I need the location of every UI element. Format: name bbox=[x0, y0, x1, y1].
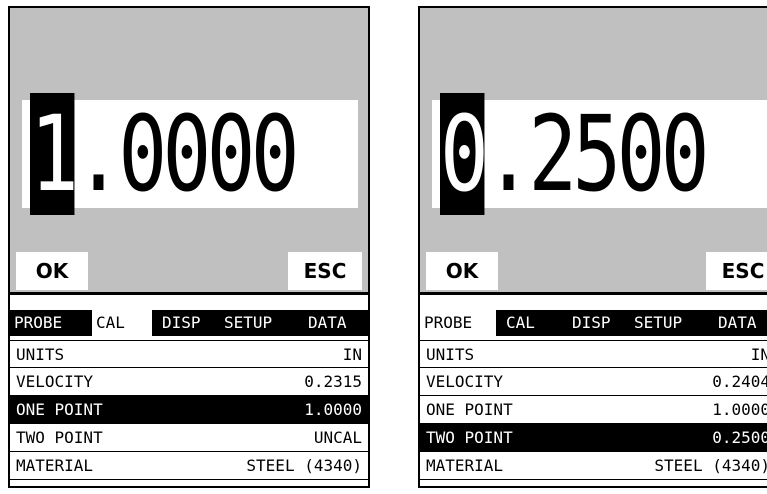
list-item-two-point[interactable]: TWO POINT UNCAL bbox=[10, 424, 368, 452]
digit-cursor[interactable]: 1 bbox=[30, 93, 79, 215]
value-display[interactable]: 1.0000 bbox=[22, 93, 358, 215]
settings-list: UNITS IN VELOCITY 0.2404 ONE POINT 1.000… bbox=[420, 340, 767, 480]
tab-data[interactable]: DATA bbox=[714, 310, 761, 336]
row-label: UNITS bbox=[16, 345, 65, 364]
row-label: ONE POINT bbox=[16, 400, 103, 419]
tab-disp[interactable]: DISP bbox=[158, 310, 205, 336]
row-value: IN bbox=[342, 345, 362, 364]
digit-cursor[interactable]: 0 bbox=[440, 93, 489, 215]
device-screen-right: 0.2500 OK ESC PROBE CAL DISP SETUP DATA … bbox=[418, 6, 767, 488]
list-item-velocity[interactable]: VELOCITY 0.2315 bbox=[10, 368, 368, 396]
row-label: VELOCITY bbox=[16, 372, 94, 391]
row-value: 0.2315 bbox=[304, 372, 362, 391]
row-label: MATERIAL bbox=[426, 456, 504, 475]
row-label: TWO POINT bbox=[426, 428, 513, 447]
list-item-one-point[interactable]: ONE POINT 1.0000 bbox=[420, 396, 767, 424]
value-rest: .0000 bbox=[74, 93, 299, 215]
row-label: ONE POINT bbox=[426, 400, 513, 419]
row-value: STEEL (4340) bbox=[246, 456, 362, 475]
esc-button[interactable]: ESC bbox=[288, 252, 362, 290]
list-item-material[interactable]: MATERIAL STEEL (4340) bbox=[420, 452, 767, 480]
row-value: 0.2404 bbox=[712, 372, 767, 391]
row-label: TWO POINT bbox=[16, 428, 103, 447]
list-item-units[interactable]: UNITS IN bbox=[10, 340, 368, 368]
row-value: 1.0000 bbox=[304, 400, 362, 419]
list-item-velocity[interactable]: VELOCITY 0.2404 bbox=[420, 368, 767, 396]
list-item-units[interactable]: UNITS IN bbox=[420, 340, 767, 368]
tab-data[interactable]: DATA bbox=[304, 310, 351, 336]
tab-cal[interactable]: CAL bbox=[502, 310, 539, 336]
ok-button[interactable]: OK bbox=[426, 252, 498, 290]
value-rest: .2500 bbox=[484, 93, 709, 215]
row-label: VELOCITY bbox=[426, 372, 504, 391]
tab-cal[interactable]: CAL bbox=[92, 310, 152, 336]
row-label: UNITS bbox=[426, 345, 475, 364]
tab-setup[interactable]: SETUP bbox=[630, 310, 686, 336]
tab-probe[interactable]: PROBE bbox=[420, 310, 496, 336]
settings-list: UNITS IN VELOCITY 0.2315 ONE POINT 1.000… bbox=[10, 340, 368, 480]
value-entry-panel: 0.2500 OK ESC bbox=[420, 8, 767, 295]
row-value: 0.2500 bbox=[712, 428, 767, 447]
menu-tabs: PROBE CAL DISP SETUP DATA bbox=[10, 310, 368, 336]
tab-setup[interactable]: SETUP bbox=[220, 310, 276, 336]
value-display[interactable]: 0.2500 bbox=[432, 93, 767, 215]
list-item-two-point[interactable]: TWO POINT 0.2500 bbox=[420, 424, 767, 452]
row-label: MATERIAL bbox=[16, 456, 94, 475]
value-readout: 0.2500 bbox=[440, 93, 710, 215]
list-item-one-point[interactable]: ONE POINT 1.0000 bbox=[10, 396, 368, 424]
row-value: IN bbox=[750, 345, 767, 364]
value-entry-panel: 1.0000 OK ESC bbox=[10, 8, 368, 295]
tab-probe[interactable]: PROBE bbox=[10, 310, 66, 336]
tab-disp[interactable]: DISP bbox=[568, 310, 615, 336]
row-value: UNCAL bbox=[313, 428, 362, 447]
device-screen-left: 1.0000 OK ESC PROBE CAL DISP SETUP DATA … bbox=[8, 6, 370, 488]
ok-button[interactable]: OK bbox=[16, 252, 88, 290]
menu-tabs: PROBE CAL DISP SETUP DATA bbox=[420, 310, 767, 336]
list-item-material[interactable]: MATERIAL STEEL (4340) bbox=[10, 452, 368, 480]
row-value: 1.0000 bbox=[712, 400, 767, 419]
esc-button[interactable]: ESC bbox=[706, 252, 767, 290]
row-value: STEEL (4340) bbox=[654, 456, 767, 475]
value-readout: 1.0000 bbox=[30, 93, 300, 215]
